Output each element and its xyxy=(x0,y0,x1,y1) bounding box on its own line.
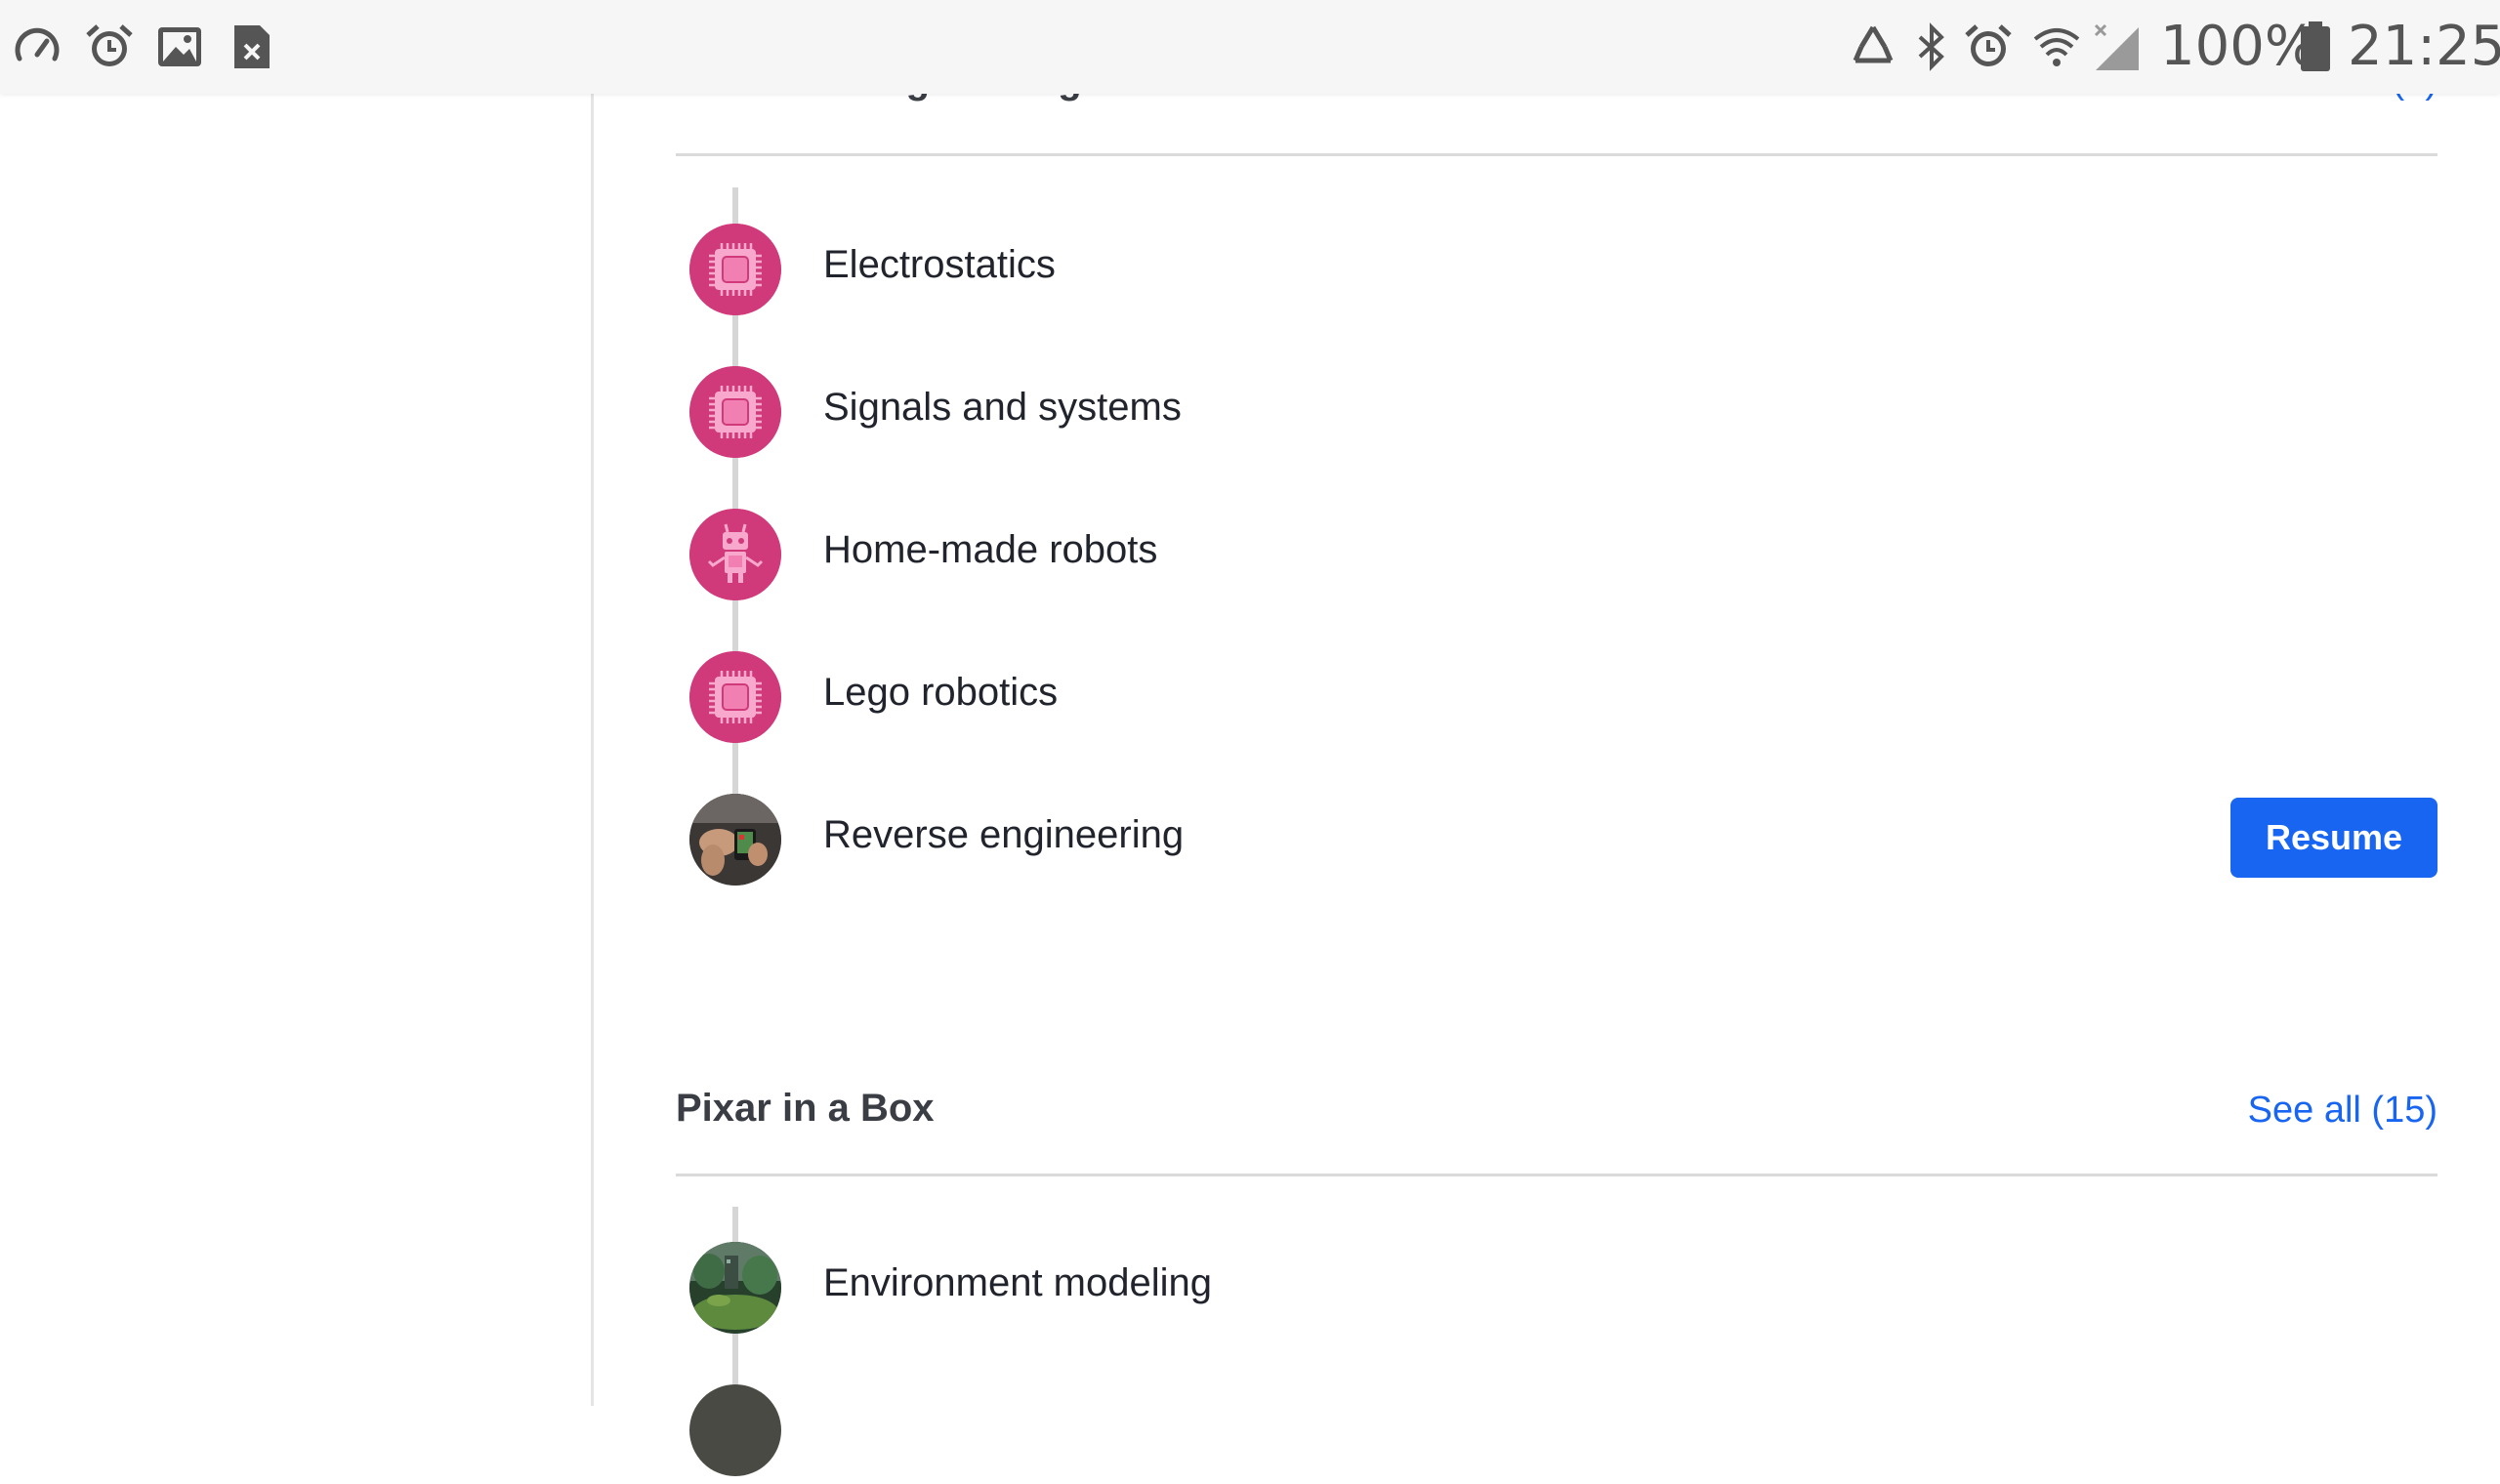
list-item[interactable]: Electrostatics xyxy=(676,216,2438,323)
see-all-link[interactable]: See all (15) xyxy=(2248,1090,2438,1132)
section-title: Pixar in a Box xyxy=(676,1087,935,1130)
microchip-icon xyxy=(689,651,781,743)
speedometer-icon xyxy=(15,27,60,62)
bluetooth-icon xyxy=(1918,22,1944,71)
robot-icon xyxy=(689,509,781,600)
status-bar: 100% 21:25 xyxy=(0,0,2500,94)
microchip-icon xyxy=(689,224,781,315)
wifi-icon xyxy=(2033,28,2080,66)
list-item[interactable]: Home-made robots xyxy=(676,501,2438,608)
battery-icon xyxy=(2301,21,2330,71)
list-item-label: Electrostatics xyxy=(823,243,1056,286)
panel-divider xyxy=(591,94,594,1406)
list-item[interactable]: Signals and systems xyxy=(676,358,2438,466)
list-item-label: Environment modeling xyxy=(823,1261,1212,1304)
alarm-icon xyxy=(86,24,133,66)
resume-button[interactable]: Resume xyxy=(2230,798,2438,878)
alarm-icon xyxy=(1965,24,2012,66)
list-item[interactable]: Lego robotics xyxy=(676,643,2438,751)
file-error-icon xyxy=(234,25,270,68)
recycle-icon xyxy=(1853,25,1894,63)
left-panel xyxy=(0,94,592,1406)
clock: 21:25 xyxy=(2348,15,2500,78)
list-item[interactable] xyxy=(676,1377,2438,1484)
environment-thumbnail xyxy=(689,1242,781,1334)
list-item-label: Home-made robots xyxy=(823,528,1158,571)
image-icon xyxy=(158,27,201,66)
list-item-label: Lego robotics xyxy=(823,671,1059,714)
section-divider xyxy=(676,1174,2438,1176)
course-list: Electrical engineering See all (7) Elect… xyxy=(676,0,2438,1476)
reverse-engineering-thumbnail xyxy=(689,794,781,886)
course-thumbnail xyxy=(689,1384,781,1476)
battery-percent: 100% xyxy=(2160,15,2317,78)
list-item-label: Reverse engineering xyxy=(823,813,1185,856)
microchip-icon xyxy=(689,366,781,458)
list-item-label: Signals and systems xyxy=(823,386,1182,429)
list-item[interactable]: Environment modeling xyxy=(676,1234,2438,1341)
section-divider xyxy=(676,153,2438,156)
signal-icon xyxy=(2094,23,2139,70)
list-item[interactable]: Reverse engineering Resume xyxy=(676,786,2438,893)
